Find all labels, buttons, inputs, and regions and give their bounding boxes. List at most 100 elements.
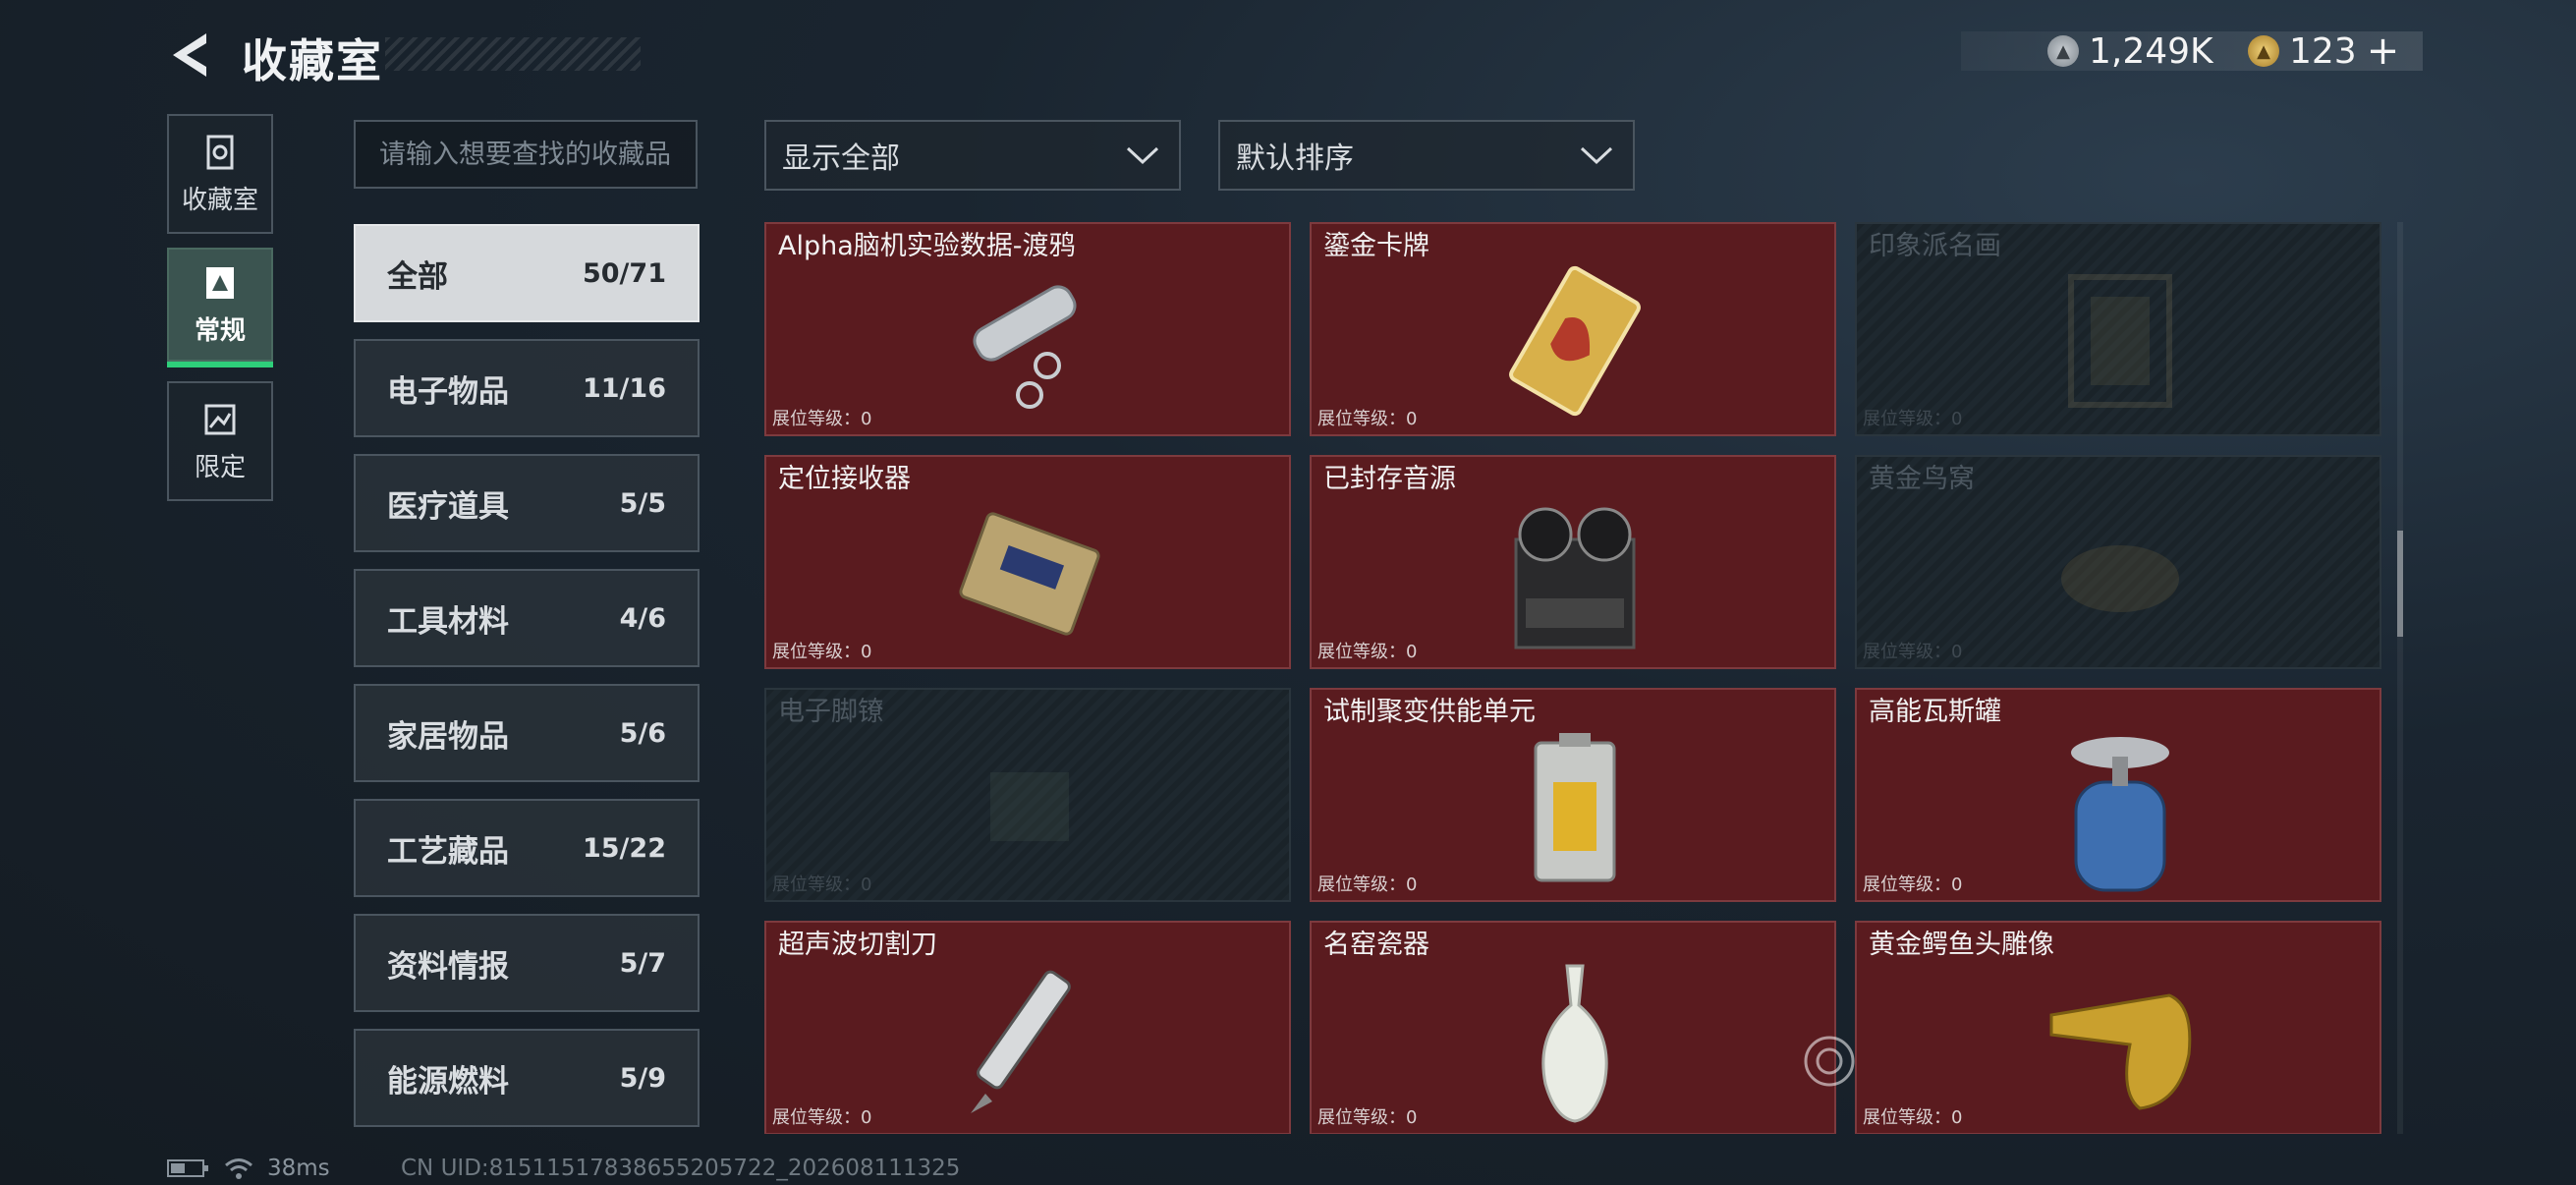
category-count: 4/6 <box>619 602 666 634</box>
page-title: 收藏室 <box>242 34 383 87</box>
category-medical[interactable]: 医疗道具 5/5 <box>354 454 700 552</box>
painting-icon <box>2068 274 2172 408</box>
gold-card-icon <box>1509 265 1641 417</box>
category-electronics[interactable]: 电子物品 11/16 <box>354 339 700 437</box>
collection-card[interactable]: 鎏金卡牌 展位等级：0 <box>1310 222 1836 436</box>
category-intel[interactable]: 资料情报 5/7 <box>354 914 700 1012</box>
category-label: 全部 <box>387 258 448 295</box>
status-bar: 38ms <box>167 1156 330 1181</box>
category-count: 50/71 <box>582 257 666 289</box>
item-level: 展位等级：0 <box>1863 409 1963 429</box>
category-count: 5/5 <box>619 487 666 519</box>
collection-card[interactable]: 试制聚变供能单元 展位等级：0 <box>1310 688 1836 902</box>
item-name: 印象派名画 <box>1869 231 2001 261</box>
filter-dropdown-value: 显示全部 <box>782 141 900 176</box>
collection-card[interactable]: 电子脚镣 展位等级：0 <box>764 688 1291 902</box>
category-crafts[interactable]: 工艺藏品 15/22 <box>354 799 700 897</box>
category-label: 工艺藏品 <box>387 833 509 870</box>
item-name: 鎏金卡牌 <box>1323 231 1429 261</box>
item-level: 展位等级：0 <box>1317 642 1418 662</box>
item-name: 电子脚镣 <box>778 697 884 727</box>
item-name: 已封存音源 <box>1323 464 1456 494</box>
item-level: 展位等级：0 <box>772 875 872 895</box>
side-tab-label: 收藏室 <box>181 185 258 215</box>
category-count: 5/6 <box>619 717 666 749</box>
side-tab-regular[interactable]: 常规 <box>167 248 273 367</box>
collection-card[interactable]: 印象派名画 展位等级：0 <box>1855 222 2381 436</box>
filter-dropdown[interactable]: 显示全部 <box>764 120 1181 191</box>
item-level: 展位等级：0 <box>772 1107 872 1128</box>
item-level: 展位等级：0 <box>1863 642 1963 662</box>
item-name: 定位接收器 <box>778 464 911 494</box>
gas-canister-icon <box>2071 737 2169 892</box>
collection-card[interactable]: 高能瓦斯罐 展位等级：0 <box>1855 688 2381 902</box>
currency-gold: ▲ 123 + <box>2248 28 2400 74</box>
porcelain-vase-icon <box>1541 964 1608 1123</box>
scrollbar-thumb[interactable] <box>2397 531 2403 637</box>
category-label: 资料情报 <box>387 948 509 985</box>
cutter-icon <box>971 970 1071 1113</box>
user-uid: CN UID:8151151783865520572​2_20260811132… <box>401 1156 961 1181</box>
regular-icon <box>206 266 234 299</box>
currency-silver-value: 1,249K <box>2089 30 2213 72</box>
title-decoration <box>385 37 641 71</box>
battery-icon <box>167 1159 208 1177</box>
category-count: 15/22 <box>582 832 666 864</box>
crosshair-icon[interactable] <box>1802 1034 1857 1089</box>
collection-card[interactable]: 名窑瓷器 展位等级：0 <box>1310 921 1836 1134</box>
limited-icon <box>204 404 236 434</box>
side-tab-limited[interactable]: 限定 <box>167 381 273 501</box>
collection-card[interactable]: 已封存音源 展位等级：0 <box>1310 455 1836 669</box>
item-level: 展位等级：0 <box>772 642 872 662</box>
category-count: 11/16 <box>582 372 666 404</box>
category-label: 工具材料 <box>387 603 509 640</box>
item-name: 高能瓦斯罐 <box>1869 697 2001 727</box>
silver-coin-icon: ▲ <box>2047 35 2079 67</box>
collection-card[interactable]: 定位接收器 展位等级：0 <box>764 455 1291 669</box>
add-currency-button[interactable]: + <box>2367 28 2400 74</box>
bird-nest-icon <box>2061 545 2179 612</box>
category-count: 5/9 <box>619 1062 666 1094</box>
ankle-monitor-icon <box>990 772 1069 841</box>
collection-card[interactable]: 黄金鸟窝 展位等级：0 <box>1855 455 2381 669</box>
sort-dropdown[interactable]: 默认排序 <box>1218 120 1635 191</box>
item-name: 名窑瓷器 <box>1323 930 1429 960</box>
tape-recorder-icon <box>1514 507 1636 649</box>
item-name: 超声波切割刀 <box>778 930 937 960</box>
collection-icon <box>206 135 234 169</box>
item-level: 展位等级：0 <box>1317 1107 1418 1128</box>
wifi-icon <box>225 1158 252 1179</box>
item-level: 展位等级：0 <box>1863 875 1963 895</box>
ping-value: 38ms <box>267 1156 330 1181</box>
search-input[interactable] <box>354 120 698 189</box>
side-tab-collection[interactable]: 收藏室 <box>167 114 273 234</box>
item-name: 黄金鸟窝 <box>1869 464 1975 494</box>
category-household[interactable]: 家居物品 5/6 <box>354 684 700 782</box>
collection-card[interactable]: Alpha脑机实验数据-渡鸦 展位等级：0 <box>764 222 1291 436</box>
currency-silver: ▲ 1,249K <box>2047 30 2213 72</box>
item-level: 展位等级：0 <box>1317 875 1418 895</box>
item-level: 展位等级：0 <box>1863 1107 1963 1128</box>
category-energy[interactable]: 能源燃料 5/9 <box>354 1029 700 1127</box>
collection-card[interactable]: 黄金鳄鱼头雕像 展位等级：0 <box>1855 921 2381 1134</box>
item-level: 展位等级：0 <box>1317 409 1418 429</box>
scrollbar-track[interactable] <box>2397 222 2403 1134</box>
category-label: 家居物品 <box>387 718 509 755</box>
receiver-icon <box>959 512 1100 636</box>
category-tools[interactable]: 工具材料 4/6 <box>354 569 700 667</box>
side-tab-label: 常规 <box>194 315 246 346</box>
croc-statue-icon <box>2049 993 2192 1110</box>
item-level: 展位等级：0 <box>772 409 872 429</box>
sort-dropdown-value: 默认排序 <box>1236 141 1354 176</box>
category-all[interactable]: 全部 50/71 <box>354 224 700 322</box>
chevron-down-icon <box>1126 146 1159 165</box>
currency-gold-value: 123 <box>2289 30 2357 72</box>
gold-coin-icon: ▲ <box>2248 35 2279 67</box>
collection-card[interactable]: 超声波切割刀 展位等级：0 <box>764 921 1291 1134</box>
category-count: 5/7 <box>619 947 666 979</box>
data-drive-icon <box>973 285 1077 409</box>
fusion-cell-icon <box>1534 733 1616 882</box>
category-label: 电子物品 <box>387 373 509 410</box>
chevron-down-icon <box>1580 146 1613 165</box>
back-arrow-icon[interactable] <box>167 29 216 81</box>
